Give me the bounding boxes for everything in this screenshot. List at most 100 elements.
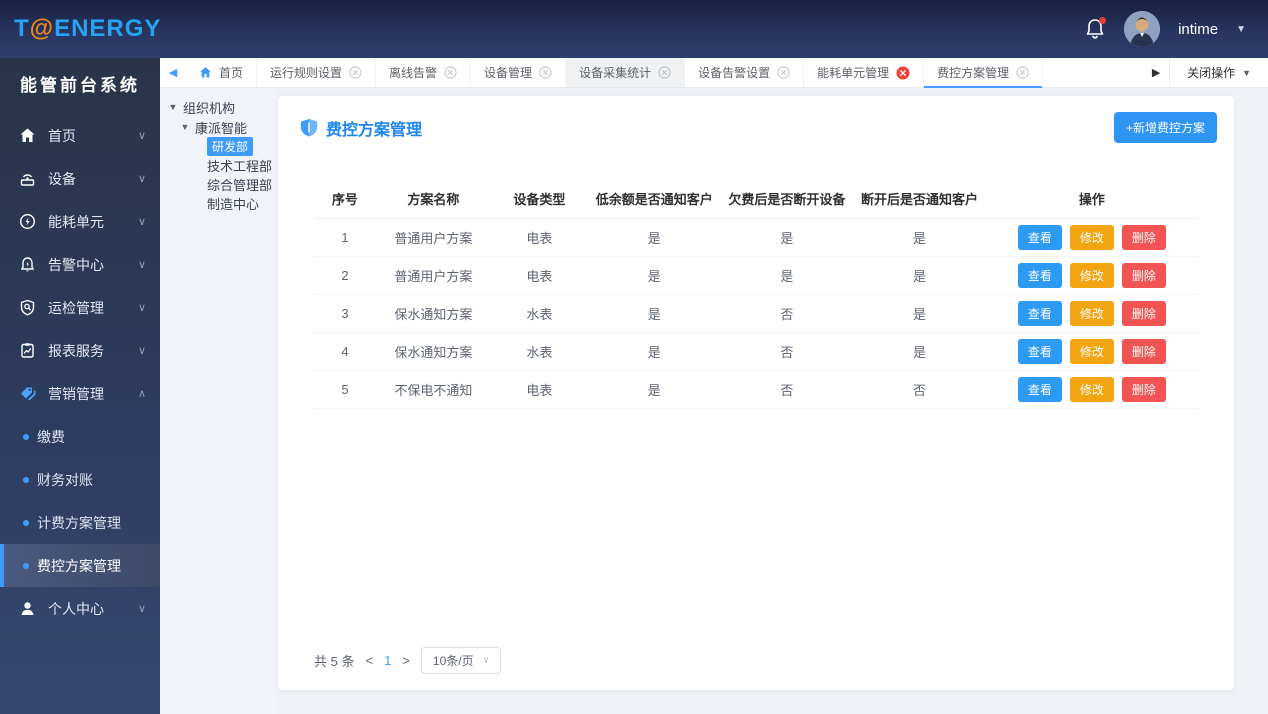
brand-logo: T@ENERGY xyxy=(14,15,161,43)
cell-device-type: 电表 xyxy=(490,256,589,295)
app-root: T@ENERGY intime ▼ 能管前台系统 首页 ∨ 设备 ∨ 能耗单元 … xyxy=(0,0,1268,714)
close-icon[interactable] xyxy=(539,66,552,79)
sidebar-item-device[interactable]: 设备 ∨ xyxy=(0,157,160,200)
tabs-scroll-left-icon[interactable]: ◀ xyxy=(160,58,186,87)
edit-button[interactable]: 修改 xyxy=(1069,339,1114,364)
logo-text-rest: ENERGY xyxy=(54,15,162,42)
page-size-label: 10条/页 xyxy=(432,654,474,668)
tree-node-root[interactable]: ▼ 组织机构 xyxy=(168,97,278,117)
tab-device-collection-stats[interactable]: 设备采集统计 xyxy=(566,58,686,87)
top-header: T@ENERGY intime ▼ xyxy=(0,0,1268,58)
tree-node-dept-selected[interactable]: 研发部 xyxy=(207,137,278,156)
logo-text: T xyxy=(14,15,30,42)
caret-down-icon[interactable]: ▼ xyxy=(168,102,178,112)
cell-no: 5 xyxy=(314,370,376,409)
prev-page-icon[interactable]: < xyxy=(365,653,373,668)
chevron-down-icon: ∨ xyxy=(137,603,146,615)
edit-button[interactable]: 修改 xyxy=(1069,263,1114,288)
delete-button[interactable]: 删除 xyxy=(1121,225,1166,250)
tree-node-dept[interactable]: 综合管理部 xyxy=(207,175,278,194)
close-icon[interactable] xyxy=(1016,66,1029,79)
cell-low-balance-notify: 是 xyxy=(588,294,721,333)
view-button[interactable]: 查看 xyxy=(1017,301,1062,326)
notification-bell-icon[interactable] xyxy=(1084,17,1107,41)
tab-fee-control-plan[interactable]: 费控方案管理 xyxy=(924,58,1044,88)
table-row: 1 普通用户方案 电表 是 是 是 查看 修改 删除 xyxy=(314,218,1198,257)
page-title: 费控方案管理 xyxy=(300,116,422,140)
tree-node-dept[interactable]: 制造中心 xyxy=(207,194,278,213)
close-icon[interactable] xyxy=(349,66,362,79)
sidebar-subitem-payment[interactable]: 缴费 xyxy=(0,415,160,458)
tree-node-label-selected: 研发部 xyxy=(207,137,254,156)
bullet-icon xyxy=(23,476,29,483)
tab-offline-alarm[interactable]: 离线告警 xyxy=(376,58,472,87)
sidebar-item-reports[interactable]: 报表服务 ∨ xyxy=(0,329,160,372)
view-button[interactable]: 查看 xyxy=(1017,263,1062,288)
tab-energy-unit-management[interactable]: 能耗单元管理 xyxy=(804,58,925,87)
cell-disconnect-on-arrears: 否 xyxy=(720,370,854,409)
home-icon xyxy=(200,67,211,78)
marketing-icon xyxy=(21,387,36,401)
view-button[interactable]: 查看 xyxy=(1017,225,1062,250)
tab-home[interactable]: 首页 xyxy=(186,58,258,87)
view-button[interactable]: 查看 xyxy=(1017,377,1062,402)
fee-control-plans-table: 序号 方案名称 设备类型 低余额是否通知客户 欠费后是否断开设备 断开后是否通知… xyxy=(314,179,1198,409)
sidebar-item-label: 告警中心 xyxy=(48,256,104,273)
sidebar-item-energy-unit[interactable]: 能耗单元 ∨ xyxy=(0,200,160,243)
close-icon[interactable] xyxy=(658,66,671,79)
sidebar-item-inspection[interactable]: 运检管理 ∨ xyxy=(0,286,160,329)
sidebar-subitem-label: 计费方案管理 xyxy=(37,514,121,531)
card-header: 费控方案管理 +新增费控方案 xyxy=(278,96,1234,143)
cell-low-balance-notify: 是 xyxy=(588,332,721,371)
avatar[interactable] xyxy=(1124,11,1161,47)
delete-button[interactable]: 删除 xyxy=(1121,339,1166,364)
view-button[interactable]: 查看 xyxy=(1017,339,1062,364)
next-page-icon[interactable]: > xyxy=(402,653,410,668)
tab-label: 设备采集统计 xyxy=(579,66,652,80)
edit-button[interactable]: 修改 xyxy=(1069,301,1114,326)
pagination-total: 共 5 条 xyxy=(314,654,355,669)
chevron-down-icon: ∨ xyxy=(137,302,146,314)
col-header-disconnect-on-arrears: 欠费后是否断开设备 xyxy=(720,179,854,219)
sidebar-subitem-label: 财务对账 xyxy=(37,471,93,488)
tab-label: 首页 xyxy=(219,66,244,80)
cell-no: 1 xyxy=(314,218,376,257)
page-size-select[interactable]: 10条/页 ∨ xyxy=(420,647,502,674)
tab-run-rule-settings[interactable]: 运行规则设置 xyxy=(257,58,377,87)
sidebar-subitem-fee-control-plan[interactable]: 费控方案管理 xyxy=(0,544,160,587)
delete-button[interactable]: 删除 xyxy=(1121,377,1166,402)
sidebar-item-personal-center[interactable]: 个人中心 ∨ xyxy=(0,587,160,630)
edit-button[interactable]: 修改 xyxy=(1069,225,1114,250)
caret-down-icon[interactable]: ▼ xyxy=(180,122,190,132)
tab-bar: ◀ 首页 运行规则设置 离线告警 设备管理 设备采集统计 设备告警设置 能耗单元… xyxy=(160,58,1268,88)
tab-device-alarm-settings[interactable]: 设备告警设置 xyxy=(685,58,805,87)
report-icon xyxy=(21,343,34,358)
table-row: 2 普通用户方案 电表 是 是 是 查看 修改 删除 xyxy=(314,256,1198,295)
close-icon-active[interactable] xyxy=(896,66,910,80)
sidebar-item-alarm-center[interactable]: 告警中心 ∨ xyxy=(0,243,160,286)
sidebar-item-marketing[interactable]: 营销管理 ∧ xyxy=(0,372,160,415)
tabs-scroll-right-icon[interactable]: ▶ xyxy=(1143,58,1169,87)
tree-node-dept[interactable]: 技术工程部 xyxy=(207,156,278,175)
close-icon[interactable] xyxy=(777,66,790,79)
delete-button[interactable]: 删除 xyxy=(1121,301,1166,326)
sidebar-subitem-billing-plan[interactable]: 计费方案管理 xyxy=(0,501,160,544)
tree-node-company[interactable]: ▼ 康派智能 xyxy=(180,117,278,137)
device-icon xyxy=(20,174,35,186)
tab-label: 运行规则设置 xyxy=(270,66,343,80)
page-number[interactable]: 1 xyxy=(384,653,391,668)
add-fee-control-plan-button[interactable]: +新增费控方案 xyxy=(1113,112,1217,143)
close-operations-dropdown[interactable]: 关闭操作 ▼ xyxy=(1169,58,1268,87)
sidebar-item-home[interactable]: 首页 ∨ xyxy=(0,114,160,157)
page-title-label: 费控方案管理 xyxy=(326,121,423,139)
close-icon[interactable] xyxy=(444,66,457,79)
row-actions: 查看 修改 删除 xyxy=(988,339,1196,364)
user-menu-caret-icon[interactable]: ▼ xyxy=(1236,24,1246,35)
sidebar-subitem-finance-reconciliation[interactable]: 财务对账 xyxy=(0,458,160,501)
delete-button[interactable]: 删除 xyxy=(1121,263,1166,288)
edit-button[interactable]: 修改 xyxy=(1069,377,1114,402)
tab-device-management[interactable]: 设备管理 xyxy=(471,58,567,87)
cell-device-type: 水表 xyxy=(490,332,589,371)
tree-node-label: 综合管理部 xyxy=(207,178,273,193)
sidebar-subitem-label: 费控方案管理 xyxy=(37,557,121,574)
